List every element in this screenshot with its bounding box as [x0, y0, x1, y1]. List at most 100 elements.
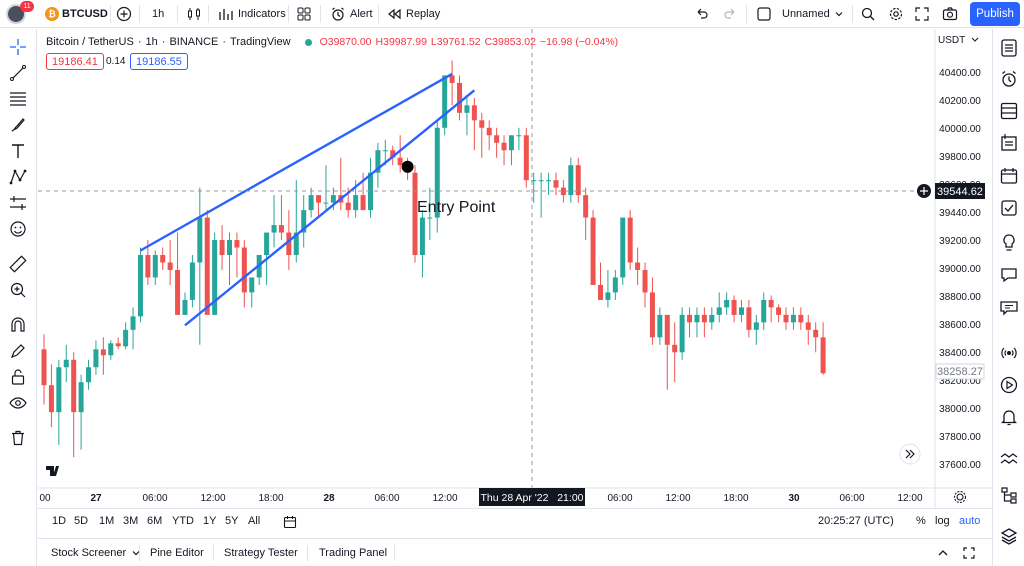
sell-button[interactable]: 19186.41: [46, 53, 104, 70]
crosshair-time-label: Thu 28 Apr '22 21:00: [479, 488, 585, 506]
legend-exchange: BINANCE: [169, 36, 219, 48]
pattern-icon[interactable]: [9, 168, 27, 186]
ideas-icon[interactable]: [999, 198, 1019, 218]
trend-line-icon[interactable]: [9, 64, 27, 82]
candle-body: [501, 142, 507, 151]
range-button-all[interactable]: All: [248, 515, 260, 527]
range-button-1d[interactable]: 1D: [52, 515, 66, 527]
candle-body: [241, 247, 247, 293]
alert-button[interactable]: Alert: [330, 0, 373, 28]
candles-icon: [188, 8, 200, 20]
emoji-icon[interactable]: [9, 220, 27, 238]
percent-scale-toggle[interactable]: %: [916, 515, 926, 527]
publish-button[interactable]: Publish: [970, 2, 1020, 26]
range-button-5d[interactable]: 5D: [74, 515, 88, 527]
chevron-up-icon[interactable]: [937, 547, 949, 559]
replay-button[interactable]: Replay: [386, 0, 440, 28]
entry-point-marker[interactable]: [401, 160, 414, 173]
tab-trading-panel[interactable]: Trading Panel: [319, 539, 387, 566]
text-tool-icon[interactable]: [9, 142, 27, 160]
date-range-bar: 1D 5D 1M 3M 6M YTD 1Y 5Y All 20:25:27 (UTC) % lo…: [38, 508, 992, 534]
range-button-1m[interactable]: 1M: [99, 515, 114, 527]
candle-body: [783, 314, 789, 323]
settings-button[interactable]: [888, 0, 908, 28]
magnet-icon[interactable]: [9, 316, 27, 334]
price-tick-label: 40000.00: [939, 124, 981, 135]
range-button-ytd[interactable]: YTD: [172, 515, 194, 527]
legend-low: L39761.52: [430, 36, 481, 48]
axis-settings-gear-icon[interactable]: [953, 490, 967, 504]
crosshair-icon[interactable]: [9, 38, 27, 56]
maximize-panel-icon[interactable]: [963, 547, 975, 559]
candle-body: [546, 180, 552, 182]
auto-scale-toggle[interactable]: auto: [959, 515, 980, 527]
stay-drawing-icon[interactable]: [9, 342, 27, 360]
object-tree-icon[interactable]: [999, 485, 1019, 505]
candle-body: [672, 344, 678, 353]
interval-button[interactable]: 1h: [152, 0, 164, 28]
waves-icon[interactable]: [999, 449, 1019, 469]
zoom-in-icon[interactable]: [9, 281, 27, 299]
templates-button[interactable]: [296, 0, 316, 28]
candle-body: [86, 367, 92, 383]
candle-body: [93, 349, 99, 368]
data-window-icon[interactable]: [999, 101, 1019, 121]
go-to-date-calendar-icon[interactable]: [283, 515, 297, 529]
search-button[interactable]: [860, 0, 880, 28]
candle-body: [709, 314, 715, 323]
layers-icon[interactable]: [999, 526, 1019, 546]
eye-icon[interactable]: [9, 394, 27, 412]
hotlist-icon[interactable]: [999, 133, 1019, 153]
price-tick-label: 38000.00: [939, 404, 981, 415]
streams-icon[interactable]: [999, 297, 1019, 317]
candle-body: [627, 217, 633, 263]
price-axis[interactable]: 40400.0040200.0040000.0039800.0039600.00…: [934, 29, 981, 508]
range-button-3m[interactable]: 3M: [123, 515, 138, 527]
candle-body: [145, 255, 151, 278]
broadcast-icon[interactable]: [999, 343, 1019, 363]
undo-button[interactable]: [694, 0, 714, 28]
snapshot-button[interactable]: [942, 0, 962, 28]
time-tick-label: 06:00: [839, 493, 864, 504]
play-circle-icon[interactable]: [999, 375, 1019, 395]
log-scale-toggle[interactable]: log: [935, 515, 950, 527]
fullscreen-button[interactable]: [914, 0, 934, 28]
tab-stock-screener[interactable]: Stock Screener: [51, 539, 141, 566]
notification-badge: 11: [20, 1, 34, 12]
time-tick-label: 12:00: [432, 493, 457, 504]
chart-type-button[interactable]: [186, 0, 206, 28]
trash-icon[interactable]: [9, 429, 27, 447]
symbol-legend[interactable]: Bitcoin / TetherUS · 1h · BINANCE · Trad…: [46, 36, 618, 48]
candle-body: [642, 269, 648, 293]
brush-icon[interactable]: [9, 116, 27, 134]
calendar-icon[interactable]: [999, 166, 1019, 186]
alerts-clock-icon[interactable]: [999, 69, 1019, 89]
range-button-5y[interactable]: 5Y: [225, 515, 238, 527]
indicators-button[interactable]: Indicators: [218, 0, 286, 28]
watchlist-icon[interactable]: [999, 38, 1019, 58]
chat-icon[interactable]: [999, 265, 1019, 285]
currency-label[interactable]: USDT: [938, 35, 965, 46]
symbol-search-button[interactable]: BTCUSD: [62, 0, 108, 28]
candle-body: [137, 255, 143, 317]
range-button-1y[interactable]: 1Y: [203, 515, 216, 527]
price-chart[interactable]: Entry Point 40400.00 40200.00 40000.00 3980…: [38, 29, 992, 508]
lightbulb-icon[interactable]: [999, 233, 1019, 253]
lock-icon[interactable]: [9, 368, 27, 386]
tab-strategy-tester[interactable]: Strategy Tester: [224, 539, 298, 566]
candle-body: [768, 299, 774, 308]
compare-add-symbol-button[interactable]: [116, 0, 136, 28]
candle-body: [679, 314, 685, 353]
clock-display[interactable]: 20:25:27 (UTC): [818, 515, 894, 527]
prediction-icon[interactable]: [9, 194, 27, 212]
bell-icon[interactable]: [999, 407, 1019, 427]
buy-button[interactable]: 19186.55: [130, 53, 188, 70]
candle-body: [605, 292, 611, 300]
fib-retracement-icon[interactable]: [9, 90, 27, 108]
scroll-to-realtime-button[interactable]: [899, 443, 921, 465]
range-button-6m[interactable]: 6M: [147, 515, 162, 527]
redo-button[interactable]: [722, 0, 742, 28]
ruler-icon[interactable]: [9, 255, 27, 273]
layout-name-button[interactable]: Unnamed: [756, 0, 844, 28]
tab-pine-editor[interactable]: Pine Editor: [150, 539, 204, 566]
